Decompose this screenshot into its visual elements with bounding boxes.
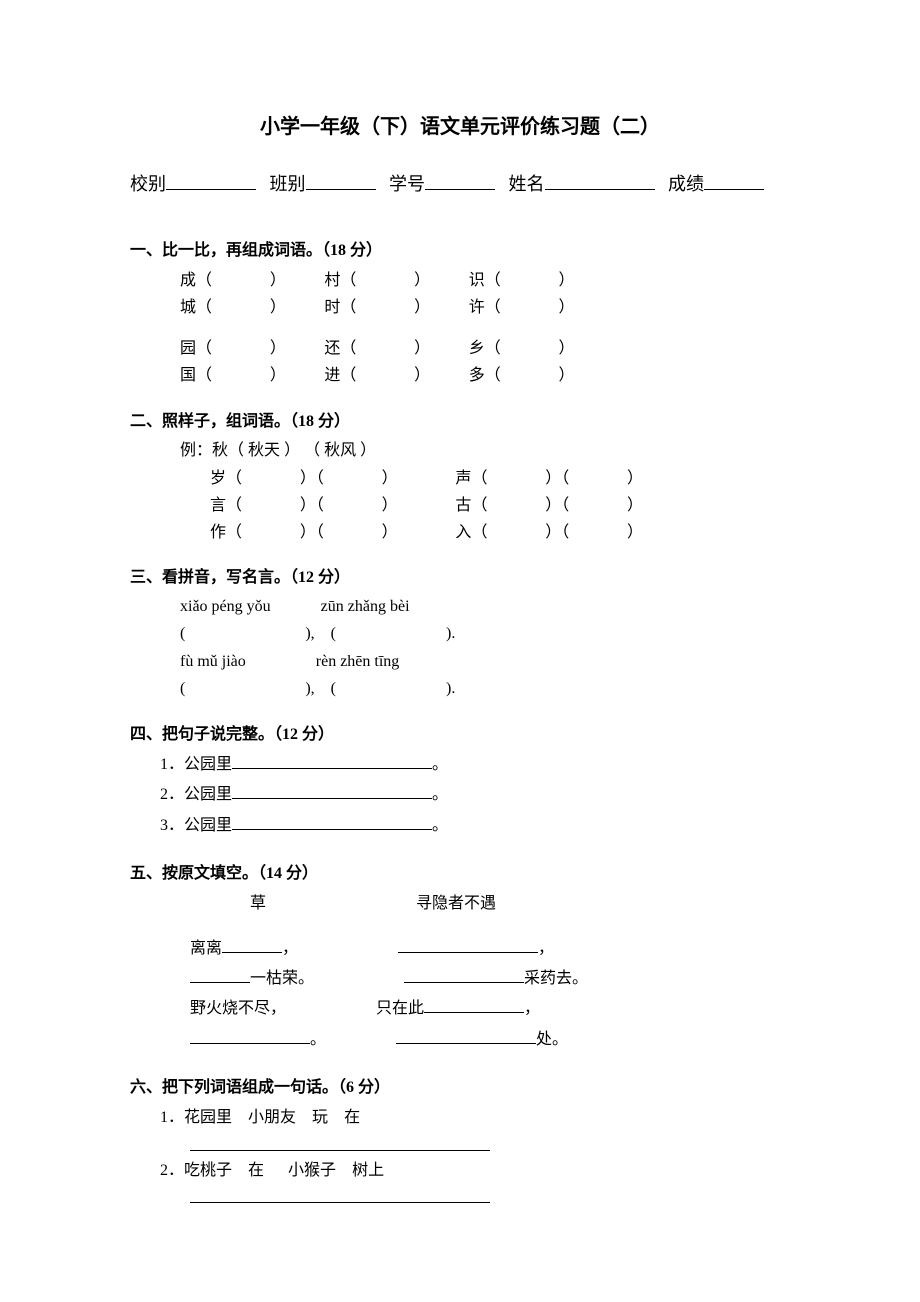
q3-heading: 三、看拼音，写名言。（12 分） [130, 563, 790, 587]
q3-answer-1: (), (). [180, 620, 790, 647]
q3-pinyin-2: fù mǔ jiàorèn zhēn tīng [180, 648, 790, 675]
page-title: 小学一年级（下）语文单元评价练习题（二） [130, 110, 790, 139]
school-blank[interactable] [166, 169, 256, 190]
q6-blank-2[interactable] [190, 1186, 490, 1203]
q6-heading: 六、把下列词语组成一句话。（6 分） [130, 1073, 790, 1097]
school-label: 校别 [130, 174, 166, 194]
q1-row-2: 城（ ） 时（ ） 许（ ） [130, 293, 790, 320]
q6-answer-2 [130, 1186, 790, 1208]
q1-row-1: 成（ ） 村（ ） 识（ ） [130, 266, 790, 293]
q4-blank-3[interactable] [232, 813, 432, 830]
q5-blank-l2[interactable] [190, 966, 250, 983]
q1-row-3: 园（ ） 还（ ） 乡（ ） [130, 334, 790, 361]
q4-item-2: 2．公园里。 [130, 780, 790, 810]
score-blank[interactable] [704, 169, 764, 190]
score-label: 成绩 [668, 174, 704, 194]
q5-poem-row-2: 一枯荣。采药去。 [130, 964, 790, 994]
worksheet-page: 小学一年级（下）语文单元评价练习题（二） 校别 班别 学号 姓名 成绩 一、比一… [0, 0, 920, 1302]
q6-item-1: 1．花园里 小朋友 玩 在 [130, 1103, 790, 1133]
q4-item-3: 3．公园里。 [130, 811, 790, 841]
q6-answer-1 [130, 1134, 790, 1156]
q2-heading: 二、照样子，组词语。（18 分） [130, 407, 790, 431]
q1-row-4: 国（ ） 进（ ） 多（ ） [130, 361, 790, 388]
q2-example: 例：秋（ 秋天 ） （ 秋风 ） [130, 437, 790, 464]
class-blank[interactable] [306, 169, 376, 190]
q4-heading: 四、把句子说完整。（12 分） [130, 720, 790, 744]
q5-blank-r3[interactable] [424, 996, 524, 1013]
q6-item-2: 2．吃桃子 在 小猴子 树上 [130, 1156, 790, 1186]
q3-block: xiǎo péng yǒuzūn zhǎng bèi (), (). fù mǔ… [130, 593, 790, 702]
q5-poem-row-1: 离离，， [130, 934, 790, 964]
q2-row-3: 作（ ）（ ） 入（ ）（ ） [130, 518, 790, 545]
q2-row-2: 言（ ）（ ） 古（ ）（ ） [130, 491, 790, 518]
q2-row-1: 岁（ ）（ ） 声（ ）（ ） [130, 464, 790, 491]
number-blank[interactable] [425, 169, 495, 190]
class-label: 班别 [270, 174, 306, 194]
q3-pinyin-1: xiǎo péng yǒuzūn zhǎng bèi [180, 593, 790, 620]
name-blank[interactable] [545, 169, 655, 190]
student-info-row: 校别 班别 学号 姓名 成绩 [130, 169, 790, 196]
q5-heading: 五、按原文填空。（14 分） [130, 859, 790, 883]
number-label: 学号 [389, 174, 425, 194]
q1-heading: 一、比一比，再组成词语。（18 分） [130, 236, 790, 260]
q6-blank-1[interactable] [190, 1134, 490, 1151]
q5-poem-row-4: 。处。 [130, 1025, 790, 1055]
q5-poem-row-3: 野火烧不尽，只在此， [130, 994, 790, 1024]
q4-blank-2[interactable] [232, 782, 432, 799]
q5-blank-l1[interactable] [222, 936, 282, 953]
name-label: 姓名 [509, 174, 545, 194]
q5-titles: 草寻隐者不遇 [130, 889, 790, 919]
q5-blank-l4[interactable] [190, 1027, 310, 1044]
q5-blank-r4[interactable] [396, 1027, 536, 1044]
q4-item-1: 1．公园里。 [130, 750, 790, 780]
q3-answer-2: (), (). [180, 675, 790, 702]
q4-blank-1[interactable] [232, 752, 432, 769]
q5-blank-r2[interactable] [404, 966, 524, 983]
q5-blank-r1[interactable] [398, 936, 538, 953]
